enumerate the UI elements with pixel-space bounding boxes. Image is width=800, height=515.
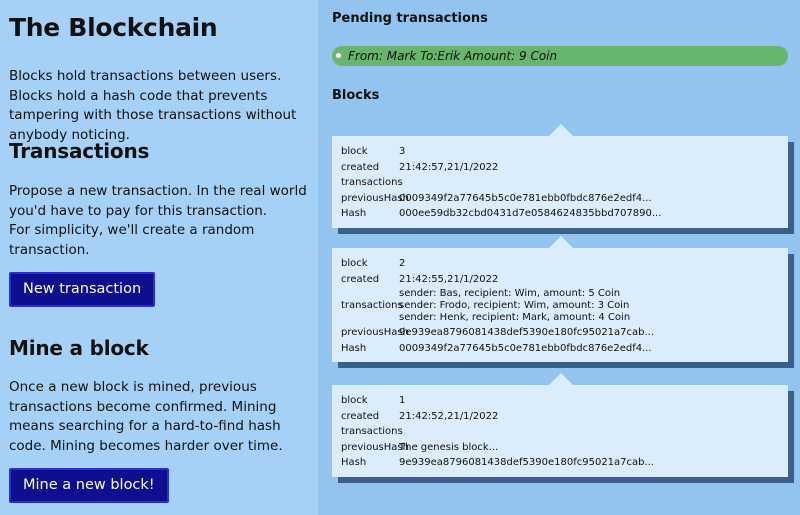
block-number: 1 bbox=[399, 395, 406, 406]
block-previous-hash: 0009349f2a77645b5c0e781ebb0fbdc876e2edf4… bbox=[399, 192, 652, 204]
block-number: 3 bbox=[399, 146, 406, 157]
field-label: previousHash bbox=[341, 441, 409, 453]
field-label: transactions bbox=[341, 300, 403, 312]
field-label: transactions bbox=[341, 426, 403, 437]
block-previous-hash: 9e939ea8796081438def5390e180fc95021a7cab… bbox=[399, 327, 655, 338]
mine-block-button[interactable]: Mine a new block! bbox=[9, 468, 169, 503]
field-label: created bbox=[341, 161, 380, 173]
intro-text: Blocks hold transactions between users. … bbox=[9, 68, 297, 143]
block-card: block 3 created 21:42:57,21/1/2022 transac… bbox=[332, 124, 788, 228]
field-label: Hash bbox=[341, 457, 367, 468]
new-transaction-button[interactable]: New transaction bbox=[9, 272, 156, 307]
transaction-item: sender: Frodo, recipient: Wim, amount: 3… bbox=[399, 300, 630, 311]
field-label: created bbox=[341, 273, 380, 285]
field-label: created bbox=[341, 410, 380, 422]
pending-transaction-item: From: Mark To:Erik Amount: 9 Coin bbox=[332, 46, 788, 66]
field-label: block bbox=[341, 258, 368, 269]
block-number: 2 bbox=[399, 258, 406, 269]
field-label: transactions bbox=[341, 177, 403, 188]
field-label: previousHash bbox=[341, 192, 409, 204]
blocks-heading: Blocks bbox=[332, 88, 380, 103]
field-label: Hash bbox=[341, 342, 367, 354]
transactions-note: For simplicity, we'll create a random tr… bbox=[9, 222, 255, 258]
right-panel: Pending transactions From: Mark To:Erik … bbox=[318, 0, 800, 515]
block-card: block 2 created 21:42:55,21/1/2022 transac… bbox=[332, 236, 788, 362]
field-label: block bbox=[341, 395, 368, 406]
block-transactions bbox=[399, 424, 780, 440]
transactions-heading: Transactions bbox=[9, 139, 150, 163]
transaction-item: sender: Bas, recipient: Wim, amount: 5 C… bbox=[399, 288, 621, 299]
mine-block-description: Once a new block is mined, previous tran… bbox=[9, 379, 283, 454]
pending-transactions-heading: Pending transactions bbox=[332, 11, 488, 26]
field-label: previousHash bbox=[341, 327, 409, 338]
mine-block-heading: Mine a block bbox=[9, 336, 149, 360]
status-dot-icon bbox=[335, 52, 342, 59]
field-label: Hash bbox=[341, 208, 367, 219]
left-panel: The Blockchain Blocks hold transactions … bbox=[0, 0, 318, 515]
block-card: block 1 created 21:42:52,21/1/2022 transac… bbox=[332, 373, 788, 477]
pending-transaction-text: From: Mark To:Erik Amount: 9 Coin bbox=[348, 49, 558, 63]
transaction-item: sender: Henk, recipient: Mark, amount: 4… bbox=[399, 312, 631, 323]
field-label: block bbox=[341, 146, 368, 157]
block-transactions: sender: Bas, recipient: Wim, amount: 5 C… bbox=[399, 288, 780, 324]
transactions-description: Propose a new transaction. In the real w… bbox=[9, 183, 307, 219]
block-previous-hash: The genesis block... bbox=[399, 441, 499, 453]
block-transactions bbox=[399, 175, 780, 191]
block-created: 21:42:57,21/1/2022 bbox=[399, 161, 499, 173]
page-title: The Blockchain bbox=[9, 13, 218, 42]
block-created: 21:42:55,21/1/2022 bbox=[399, 273, 499, 285]
block-created: 21:42:52,21/1/2022 bbox=[399, 410, 499, 422]
block-hash: 0009349f2a77645b5c0e781ebb0fbdc876e2edf4… bbox=[399, 342, 652, 354]
block-hash: 9e939ea8796081438def5390e180fc95021a7cab… bbox=[399, 457, 655, 468]
block-hash: 000ee59db32cbd0431d7e0584624835bbd707890… bbox=[399, 208, 662, 219]
